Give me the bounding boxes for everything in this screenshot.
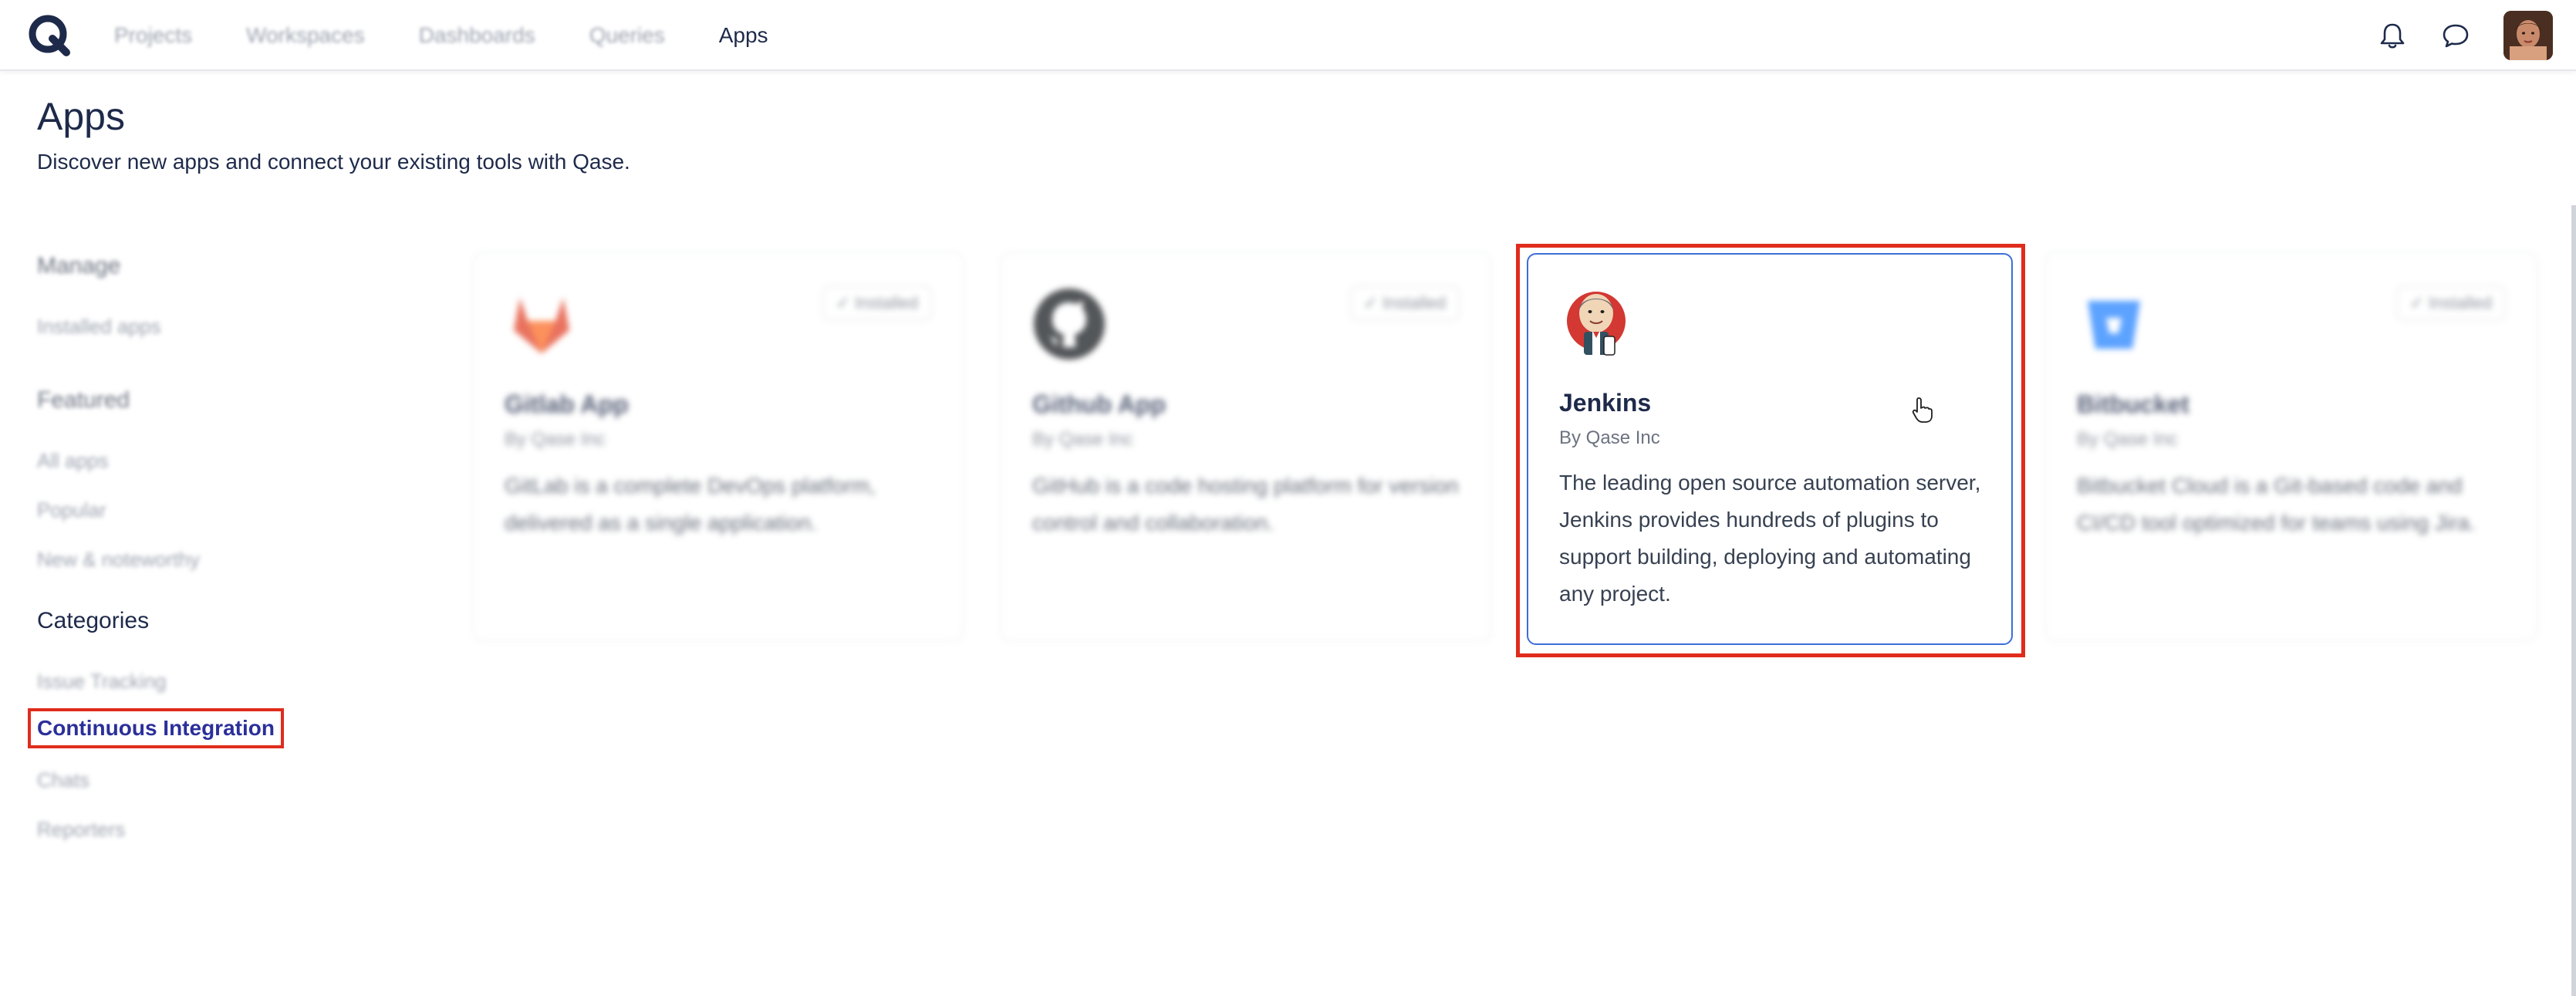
app-card-author: By Qase Inc <box>505 429 606 450</box>
app-card-name: Gitlab App <box>505 390 629 418</box>
nav-item-projects[interactable]: Projects <box>114 23 192 48</box>
app-card-name: Jenkins <box>1559 389 1652 417</box>
app-card-author: By Qase Inc <box>2077 429 2178 450</box>
page-title: Apps <box>37 95 125 138</box>
sidebar-item-reporters[interactable]: Reporters <box>37 818 125 842</box>
gitlab-icon <box>505 287 579 361</box>
bell-icon[interactable] <box>2377 20 2408 51</box>
app-card-description: GitLab is a complete DevOps platform, de… <box>505 474 876 535</box>
top-right-actions <box>2377 0 2576 71</box>
installed-badge: ✓ Installed <box>822 285 932 321</box>
app-card-description: Bitbucket Cloud is a Git-based code and … <box>2077 474 2476 535</box>
app-card-name: Github App <box>1032 390 1166 418</box>
app-card-description: The leading open source automation serve… <box>1559 471 1981 606</box>
nav-item-queries[interactable]: Queries <box>589 23 665 48</box>
app-card-github[interactable]: ✓ Installed Github App By Qase Inc GitHu… <box>1000 252 1492 642</box>
page-subtitle: Discover new apps and connect your exist… <box>37 150 630 174</box>
app-card-bitbucket[interactable]: ✓ Installed Bitbucket By Qase Inc Bitbuc… <box>2044 252 2538 642</box>
app-card-author: By Qase Inc <box>1559 427 1660 448</box>
app-card-name: Bitbucket <box>2077 390 2189 418</box>
nav-item-dashboards[interactable]: Dashboards <box>419 23 535 48</box>
main-nav: Projects Workspaces Dashboards Queries A… <box>114 0 822 71</box>
bitbucket-icon <box>2077 287 2151 361</box>
top-navigation-bar: Projects Workspaces Dashboards Queries A… <box>0 0 2576 71</box>
sidebar-item-continuous-integration[interactable]: Continuous Integration <box>37 716 275 741</box>
sidebar-item-chats[interactable]: Chats <box>37 768 89 792</box>
sidebar-heading-categories: Categories <box>37 608 150 633</box>
chat-icon[interactable] <box>2440 20 2471 51</box>
page-scrollbar[interactable] <box>2571 205 2576 996</box>
app-card-description: GitHub is a code hosting platform for ve… <box>1032 474 1459 535</box>
app-card-author: By Qase Inc <box>1032 429 1133 450</box>
qase-logo-icon[interactable] <box>26 12 73 59</box>
nav-item-workspaces[interactable]: Workspaces <box>246 23 365 48</box>
installed-badge: ✓ Installed <box>1349 285 1460 321</box>
app-card-gitlab[interactable]: ✓ Installed Gitlab App By Qase Inc GitLa… <box>472 252 964 642</box>
sidebar-heading-manage: Manage <box>37 253 121 279</box>
sidebar-item-issue-tracking[interactable]: Issue Tracking <box>37 670 167 694</box>
nav-item-apps[interactable]: Apps <box>719 23 768 48</box>
jenkins-icon <box>1564 284 1629 361</box>
sidebar-item-popular[interactable]: Popular <box>37 498 106 522</box>
user-avatar[interactable] <box>2503 11 2553 60</box>
sidebar-item-new-noteworthy[interactable]: New & noteworthy <box>37 548 200 572</box>
sidebar-heading-featured: Featured <box>37 387 130 413</box>
hand-cursor-icon <box>1912 397 1933 423</box>
sidebar-active-highlight: Continuous Integration <box>28 708 284 748</box>
installed-badge: ✓ Installed <box>2395 285 2506 321</box>
sidebar-item-all-apps[interactable]: All apps <box>37 449 109 473</box>
github-icon <box>1032 287 1106 361</box>
sidebar-item-installed-apps[interactable]: Installed apps <box>37 315 160 339</box>
app-card-jenkins[interactable]: Jenkins By Qase Inc The leading open sou… <box>1527 253 2013 645</box>
